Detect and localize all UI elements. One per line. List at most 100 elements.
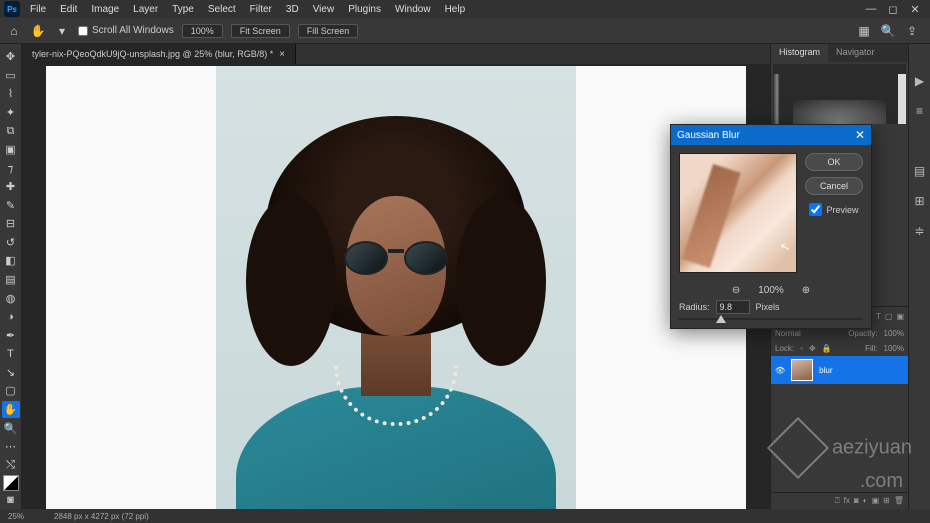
tool-marquee[interactable]: ▭	[2, 67, 20, 85]
tool-lasso[interactable]: ⌇	[2, 85, 20, 103]
histogram-display	[773, 64, 906, 124]
tool-eyedropper[interactable]: ⁊	[2, 159, 20, 177]
tool-type[interactable]: T	[2, 345, 20, 363]
dock-swatches-icon[interactable]: ⊞	[914, 194, 924, 208]
menu-edit[interactable]: Edit	[54, 2, 83, 17]
mask-icon[interactable]: ◙	[854, 496, 859, 506]
menu-file[interactable]: File	[24, 2, 52, 17]
tab-navigator[interactable]: Navigator	[828, 44, 883, 62]
menu-window[interactable]: Window	[389, 2, 437, 17]
menu-view[interactable]: View	[307, 2, 341, 17]
adjustment-icon[interactable]: ◐	[863, 496, 868, 506]
zoom-in-icon[interactable]: ⊕	[802, 285, 810, 296]
search-icon[interactable]: 🔍	[880, 23, 896, 39]
scroll-all-label: Scroll All Windows	[92, 25, 174, 36]
new-layer-icon[interactable]: ⊞	[883, 496, 890, 506]
scroll-all-checkbox[interactable]	[78, 26, 88, 36]
menu-select[interactable]: Select	[202, 2, 242, 17]
tool-more[interactable]: ⋯	[2, 438, 20, 456]
delete-layer-icon[interactable]: 🗑	[894, 496, 904, 506]
tool-crop[interactable]: ⧉	[2, 122, 20, 140]
tool-path[interactable]: ↘	[2, 364, 20, 382]
tool-heal[interactable]: ✚	[2, 178, 20, 196]
tool-frame[interactable]: ▣	[2, 141, 20, 159]
app-icon: Ps	[4, 1, 20, 17]
menu-filter[interactable]: Filter	[244, 2, 278, 17]
zoom-100-button[interactable]: 100%	[182, 24, 223, 38]
layer-name[interactable]: blur	[819, 366, 832, 375]
lock-pixels-icon[interactable]: ▫	[800, 344, 803, 353]
filter-type-icon[interactable]: T	[876, 312, 881, 321]
cancel-button[interactable]: Cancel	[805, 177, 863, 195]
opacity-value[interactable]: 100%	[884, 329, 904, 338]
tool-dodge[interactable]: ◑	[2, 308, 20, 326]
zoom-out-icon[interactable]: ⊖	[732, 285, 740, 296]
menu-help[interactable]: Help	[439, 2, 472, 17]
fill-value[interactable]: 100%	[884, 344, 904, 353]
workspace-icon[interactable]: ▦	[856, 23, 872, 39]
ok-button[interactable]: OK	[805, 153, 863, 171]
dialog-close-icon[interactable]: ✕	[855, 128, 865, 142]
dock-sliders-icon[interactable]: ≑	[914, 224, 924, 238]
tab-histogram[interactable]: Histogram	[771, 44, 828, 62]
menu-type[interactable]: Type	[166, 2, 200, 17]
color-swatches[interactable]	[3, 475, 19, 491]
dock-bars-icon[interactable]: ≡	[916, 104, 923, 118]
layer-thumbnail[interactable]	[791, 359, 813, 381]
tool-pen[interactable]: ✒	[2, 326, 20, 344]
blur-preview[interactable]	[679, 153, 797, 273]
tool-quickmask[interactable]: ◙	[2, 492, 20, 510]
preview-checkbox[interactable]	[809, 203, 822, 216]
status-doc-info[interactable]: 2848 px x 4272 px (72 ppi)	[54, 512, 149, 521]
tool-wand[interactable]: ✦	[2, 104, 20, 122]
scroll-all-windows-check[interactable]: Scroll All Windows	[78, 25, 174, 36]
tool-stamp[interactable]: ⊟	[2, 215, 20, 233]
dock-play-icon[interactable]: ▶	[915, 74, 924, 88]
tool-brush[interactable]: ✎	[2, 197, 20, 215]
visibility-icon[interactable]: 👁	[775, 366, 785, 375]
canvas-viewport[interactable]	[22, 64, 770, 509]
fill-screen-button[interactable]: Fill Screen	[298, 24, 359, 38]
dialog-titlebar[interactable]: Gaussian Blur ✕	[671, 125, 871, 145]
tool-move[interactable]: ✥	[2, 48, 20, 66]
home-icon[interactable]: ⌂	[6, 23, 22, 39]
menu-layer[interactable]: Layer	[127, 2, 164, 17]
close-button[interactable]: ✕	[906, 3, 924, 16]
maximize-button[interactable]: ◻	[884, 3, 902, 16]
tool-blur[interactable]: ◍	[2, 289, 20, 307]
tool-swap-colors[interactable]: ⤭	[2, 456, 20, 474]
fx-icon[interactable]: fx	[844, 496, 850, 506]
group-icon[interactable]: ▣	[872, 496, 880, 506]
minimize-button[interactable]: —	[862, 3, 880, 16]
tool-zoom[interactable]: 🔍	[2, 419, 20, 437]
filter-shape-icon[interactable]: ▢	[885, 312, 893, 321]
radius-input[interactable]	[716, 300, 750, 314]
layers-panel: 🔍 ▫ ◐ T ▢ ▣ Normal Opacity: 100% Lock: ▫…	[771, 306, 908, 509]
hand-tool-icon[interactable]: ✋	[30, 23, 46, 39]
fit-screen-button[interactable]: Fit Screen	[231, 24, 290, 38]
lock-all-icon[interactable]: 🔒	[822, 344, 832, 353]
document-tab[interactable]: tyler-nix-PQeoQdkU9jQ-unsplash.jpg @ 25%…	[22, 44, 296, 64]
preview-check[interactable]: Preview	[809, 203, 858, 216]
menu-plugins[interactable]: Plugins	[342, 2, 387, 17]
tool-shape[interactable]: ▢	[2, 382, 20, 400]
lock-position-icon[interactable]: ✥	[809, 344, 816, 353]
link-layers-icon[interactable]: ⍞	[835, 496, 840, 506]
radius-slider[interactable]	[679, 318, 863, 320]
blend-mode[interactable]: Normal	[775, 329, 801, 338]
menu-image[interactable]: Image	[85, 2, 125, 17]
slider-thumb[interactable]	[716, 315, 726, 323]
tool-hand[interactable]: ✋	[2, 401, 20, 419]
tool-eraser[interactable]: ◧	[2, 252, 20, 270]
tool-preset-dropdown[interactable]: ▾	[54, 23, 70, 39]
menu-3d[interactable]: 3D	[280, 2, 305, 17]
dock-frame-icon[interactable]: ▤	[914, 164, 925, 178]
tool-history-brush[interactable]: ↺	[2, 234, 20, 252]
tool-gradient[interactable]: ▤	[2, 271, 20, 289]
status-zoom[interactable]: 25%	[8, 512, 24, 521]
layer-row[interactable]: 👁 blur	[771, 356, 908, 384]
gaussian-blur-dialog: Gaussian Blur ✕ OK Cancel Preview ⊖ 100%…	[670, 124, 872, 329]
close-tab-icon[interactable]: ×	[279, 49, 285, 60]
filter-smart-icon[interactable]: ▣	[896, 312, 904, 321]
share-icon[interactable]: ⇪	[904, 23, 920, 39]
